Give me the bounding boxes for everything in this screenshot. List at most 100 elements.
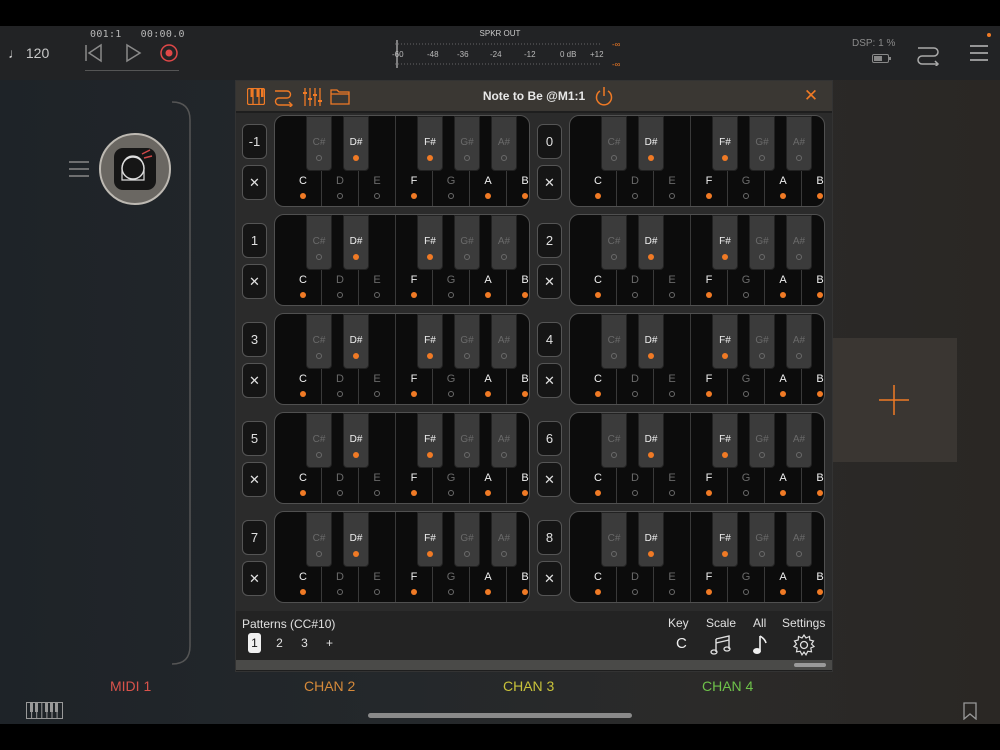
scale-notes-icon[interactable] <box>710 635 732 655</box>
clear-row-button[interactable]: ✕ <box>242 561 267 596</box>
black-key[interactable]: C# <box>601 512 627 567</box>
resize-handle[interactable] <box>794 663 826 667</box>
black-key[interactable]: D# <box>638 413 664 468</box>
black-key[interactable]: G# <box>454 215 480 270</box>
pattern-2-button[interactable]: 2 <box>273 633 286 653</box>
black-key[interactable]: G# <box>454 512 480 567</box>
octave-row-button[interactable]: 5 <box>242 421 267 456</box>
black-key[interactable]: G# <box>749 215 775 270</box>
black-key[interactable]: G# <box>454 413 480 468</box>
clear-row-button[interactable]: ✕ <box>537 264 562 299</box>
black-key[interactable]: G# <box>749 413 775 468</box>
octave-row-button[interactable]: 7 <box>242 520 267 555</box>
black-key[interactable]: G# <box>749 116 775 171</box>
black-key[interactable]: D# <box>343 512 369 567</box>
tempo-display[interactable]: ♩ 120 <box>8 45 49 61</box>
white-key-label: C <box>594 175 602 187</box>
black-key[interactable]: C# <box>306 215 332 270</box>
octave-row-button[interactable]: 0 <box>537 124 562 159</box>
black-key[interactable]: A# <box>786 215 812 270</box>
black-key[interactable]: A# <box>491 512 517 567</box>
black-key[interactable]: D# <box>343 116 369 171</box>
clear-row-button[interactable]: ✕ <box>242 462 267 497</box>
plugin-avatar-icon[interactable] <box>98 132 172 206</box>
close-plugin-button[interactable]: ✕ <box>800 85 822 107</box>
channel-label-chan3[interactable]: CHAN 3 <box>503 678 554 694</box>
clear-row-button[interactable]: ✕ <box>537 165 562 200</box>
octave-row-button[interactable]: -1 <box>242 124 267 159</box>
black-key[interactable]: F# <box>712 413 738 468</box>
black-key[interactable]: C# <box>306 413 332 468</box>
black-key[interactable]: A# <box>491 413 517 468</box>
clear-row-button[interactable]: ✕ <box>537 561 562 596</box>
black-key[interactable]: D# <box>638 512 664 567</box>
black-key[interactable]: F# <box>712 314 738 369</box>
octave-row-button[interactable]: 8 <box>537 520 562 555</box>
bookmark-icon[interactable] <box>962 702 978 720</box>
play-button[interactable] <box>122 42 144 64</box>
all-notes-icon[interactable] <box>752 635 770 655</box>
black-key[interactable]: D# <box>343 215 369 270</box>
pattern-3-button[interactable]: 3 <box>298 633 311 653</box>
octave-row-button[interactable]: 4 <box>537 322 562 357</box>
black-key[interactable]: F# <box>712 116 738 171</box>
black-key[interactable]: A# <box>786 116 812 171</box>
octave-row-button[interactable]: 2 <box>537 223 562 258</box>
routing-icon[interactable] <box>916 42 942 66</box>
main-menu-icon[interactable] <box>968 42 990 64</box>
power-icon[interactable] <box>594 86 614 106</box>
black-key[interactable]: F# <box>712 215 738 270</box>
black-key[interactable]: G# <box>454 314 480 369</box>
black-key[interactable]: A# <box>491 314 517 369</box>
channel-label-chan2[interactable]: CHAN 2 <box>304 678 355 694</box>
add-plugin-tile[interactable] <box>832 338 957 462</box>
black-key[interactable]: F# <box>712 512 738 567</box>
black-key[interactable]: D# <box>638 215 664 270</box>
black-key-label: F# <box>719 434 731 445</box>
black-key[interactable]: A# <box>786 413 812 468</box>
black-key[interactable]: D# <box>343 314 369 369</box>
settings-gear-icon[interactable] <box>793 634 815 656</box>
black-key[interactable]: C# <box>306 512 332 567</box>
black-key[interactable]: A# <box>786 512 812 567</box>
key-value[interactable]: C <box>676 635 687 652</box>
black-key[interactable]: D# <box>638 116 664 171</box>
clear-row-button[interactable]: ✕ <box>242 165 267 200</box>
black-key[interactable]: F# <box>417 413 443 468</box>
octave-row-button[interactable]: 1 <box>242 223 267 258</box>
clear-row-button[interactable]: ✕ <box>537 462 562 497</box>
black-key[interactable]: F# <box>417 116 443 171</box>
black-key[interactable]: G# <box>454 116 480 171</box>
black-key[interactable]: C# <box>306 116 332 171</box>
black-key[interactable]: G# <box>749 512 775 567</box>
octave-row-button[interactable]: 6 <box>537 421 562 456</box>
black-key[interactable]: G# <box>749 314 775 369</box>
clear-row-button[interactable]: ✕ <box>242 363 267 398</box>
black-key[interactable]: A# <box>491 215 517 270</box>
record-button[interactable] <box>158 42 180 64</box>
black-key-label: A# <box>497 236 511 247</box>
black-key[interactable]: C# <box>601 116 627 171</box>
channel-label-chan4[interactable]: CHAN 4 <box>702 678 753 694</box>
black-key[interactable]: F# <box>417 512 443 567</box>
add-pattern-button[interactable]: + <box>323 633 336 653</box>
black-key[interactable]: C# <box>601 314 627 369</box>
black-key[interactable]: D# <box>638 314 664 369</box>
channel-label-midi1[interactable]: MIDI 1 <box>110 678 151 694</box>
black-key[interactable]: A# <box>491 116 517 171</box>
pattern-1-button[interactable]: 1 <box>248 633 261 653</box>
clear-row-button[interactable]: ✕ <box>242 264 267 299</box>
clear-row-button[interactable]: ✕ <box>537 363 562 398</box>
black-key[interactable]: C# <box>306 314 332 369</box>
black-key[interactable]: F# <box>417 215 443 270</box>
black-key[interactable]: F# <box>417 314 443 369</box>
rewind-button[interactable] <box>82 42 104 64</box>
black-key[interactable]: C# <box>601 215 627 270</box>
octave-row-button[interactable]: 3 <box>242 322 267 357</box>
black-key[interactable]: C# <box>601 413 627 468</box>
white-key-label: C <box>594 274 602 286</box>
black-key[interactable]: D# <box>343 413 369 468</box>
black-key[interactable]: A# <box>786 314 812 369</box>
slot-menu-icon[interactable] <box>68 158 90 180</box>
keyboard-icon[interactable] <box>26 702 64 720</box>
